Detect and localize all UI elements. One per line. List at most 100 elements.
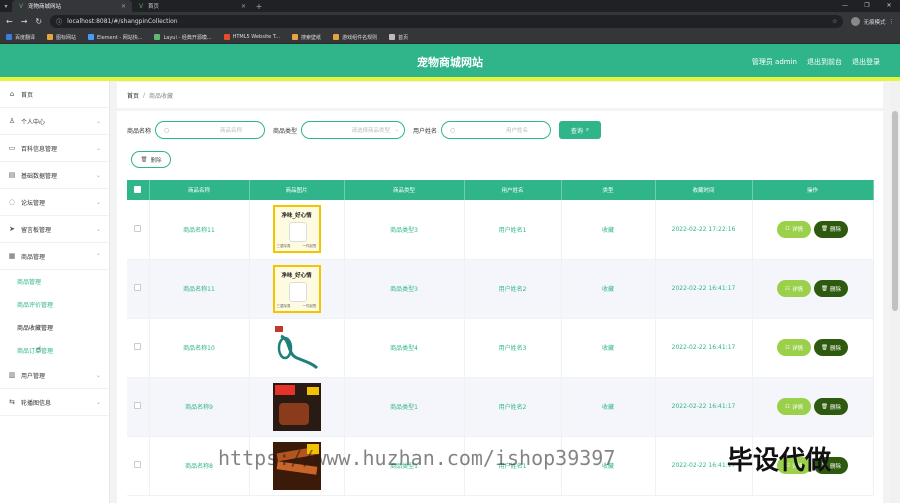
delete-button[interactable]: 🗑 删除 xyxy=(814,280,848,297)
cell-user: 用户姓名2 xyxy=(464,259,562,319)
chevron-down-icon: ⌄ xyxy=(95,398,101,406)
image-meat xyxy=(278,402,309,425)
bookmark[interactable]: Element - 网站快... xyxy=(88,34,142,41)
checkbox-cell xyxy=(127,377,150,437)
tab-close-icon[interactable]: ✕ xyxy=(241,3,246,10)
bookmark[interactable]: 图标网站 xyxy=(47,34,76,41)
image-footer-right: 一件起售 xyxy=(302,244,317,249)
row-checkbox[interactable] xyxy=(134,224,142,232)
delete-label: 删除 xyxy=(829,404,841,411)
breadcrumb-home[interactable]: 首页 xyxy=(127,91,139,100)
batch-delete-button[interactable]: 🗑 删除 xyxy=(131,151,171,168)
bookmark[interactable]: 游戏组件名规则 xyxy=(333,34,377,41)
query-button[interactable]: 查询 ⌕ xyxy=(559,121,602,139)
column-header: 操作 xyxy=(752,180,874,200)
type-label: 商品类型 xyxy=(273,127,298,135)
star-icon[interactable]: ☆ xyxy=(832,18,837,25)
sidebar-subitem-reviews[interactable]: 商品评价管理 xyxy=(0,293,109,316)
sidebar-item-messages[interactable]: ➤ 留言板管理 ⌄ xyxy=(0,216,109,243)
bookmark-label: Layui - 经典开源模... xyxy=(163,34,212,41)
sidebar-item-carousel[interactable]: ⇆ 轮播图信息 ⌄ xyxy=(0,389,109,416)
folder-icon xyxy=(47,34,54,40)
sidebar-item-label: 首页 xyxy=(21,91,34,99)
close-window-icon[interactable]: ✕ xyxy=(878,0,900,12)
cell-actions: ☷ 详情 🗑 删除 xyxy=(752,318,874,378)
bookmark[interactable]: Layui - 经典开源模... xyxy=(154,34,212,41)
detail-button[interactable]: ☷ 详情 xyxy=(777,398,811,415)
bookmark[interactable]: 搜索壁纸 xyxy=(292,34,321,41)
delete-button[interactable]: 🗑 删除 xyxy=(814,398,848,415)
logout-link[interactable]: 退出登录 xyxy=(852,57,880,67)
delete-button[interactable]: 🗑 删除 xyxy=(814,220,848,238)
minimize-icon[interactable]: — xyxy=(834,0,856,12)
back-icon[interactable]: ← xyxy=(6,17,13,26)
image-footer-left: 三重除臭 xyxy=(276,244,291,249)
sidebar-item-basedata[interactable]: ▤ 基础数据管理 ⌄ xyxy=(0,162,109,189)
product-image xyxy=(272,382,321,431)
query-label: 查询 xyxy=(570,127,583,135)
delete-button[interactable]: 🗑 删除 xyxy=(814,339,848,356)
bookmark-label: HTML5 Website T... xyxy=(232,34,281,40)
new-tab-button[interactable]: + xyxy=(252,0,266,12)
info-icon[interactable]: ⓘ xyxy=(56,17,62,26)
chevron-down-icon: ⌄ xyxy=(95,171,101,179)
detail-label: 详情 xyxy=(791,345,803,352)
detail-label: 详情 xyxy=(791,404,803,411)
sidebar-item-encyclopedia[interactable]: ▭ 百科信息管理 ⌄ xyxy=(0,135,109,162)
incognito-profile[interactable]: 无痕模式 ⋮ xyxy=(851,17,894,26)
bookmark[interactable]: 百度翻译 xyxy=(6,34,35,41)
detail-button[interactable]: ☷ 详情 xyxy=(777,339,811,356)
data-icon: ▤ xyxy=(8,171,16,179)
detail-button[interactable]: ☷ 详情 xyxy=(777,220,811,238)
back-frontend-link[interactable]: 退出到前台 xyxy=(807,57,842,67)
goods-icon: ▦ xyxy=(8,252,16,260)
row-checkbox[interactable] xyxy=(134,402,142,409)
trash-icon: 🗑 xyxy=(821,226,828,233)
sidebar-item-users[interactable]: ▥ 用户管理 ⌄ xyxy=(0,362,109,389)
cell-time: 2022-02-22 16:41:17 xyxy=(655,318,753,378)
html5-icon xyxy=(223,34,230,40)
sidebar-subitem-collection[interactable]: 商品收藏管理 xyxy=(0,316,109,339)
detail-button[interactable]: ☷ 详情 xyxy=(777,280,811,297)
table-row: 商品名称10 商品类型4 用户姓名3 收藏 2022-02-22 16:41:1… xyxy=(127,318,874,378)
sidebar-item-profile[interactable]: ♙ 个人中心 ⌄ xyxy=(0,108,109,135)
delete-label: 删除 xyxy=(829,286,841,293)
browser-tab-active[interactable]: V 宠物商城网站 ✕ xyxy=(12,0,132,12)
forward-icon[interactable]: → xyxy=(21,17,28,26)
checkbox-cell xyxy=(127,436,150,496)
cell-name: 商品名称11 xyxy=(149,259,250,319)
detail-icon: ☷ xyxy=(785,285,790,292)
app-header: 宠物商城网站 管理员 admin 退出到前台 退出登录 xyxy=(0,44,900,81)
column-header: 商品类型 xyxy=(344,180,465,200)
carousel-icon: ⇆ xyxy=(9,398,15,406)
sidebar-subitem-goods[interactable]: 商品管理 xyxy=(0,270,109,293)
sidebar-item-home[interactable]: ⌂ 首页 xyxy=(0,81,109,108)
bookmark-label: 图标网站 xyxy=(56,34,77,41)
select-all-checkbox[interactable] xyxy=(134,185,142,193)
row-checkbox[interactable] xyxy=(134,461,142,468)
bookmark[interactable]: 首页 xyxy=(389,34,408,41)
reload-icon[interactable]: ↻ xyxy=(35,17,42,26)
sidebar-subitem-orders[interactable]: 商品订单管理 xyxy=(0,339,109,362)
menu-icon[interactable]: ⋮ xyxy=(889,19,895,25)
bookmark[interactable]: HTML5 Website T... xyxy=(223,34,281,40)
sidebar-item-goods[interactable]: ▦ 商品管理 ⌃ xyxy=(0,243,109,270)
page-scrollbar[interactable] xyxy=(890,81,900,503)
tab-search-icon[interactable]: ▾ xyxy=(0,0,12,12)
browser-tab[interactable]: V 首页 ✕ xyxy=(132,0,252,12)
sidebar-item-forum[interactable]: ◌ 论坛管理 ⌄ xyxy=(0,189,109,216)
row-checkbox[interactable] xyxy=(134,284,142,291)
cell-image xyxy=(249,318,345,378)
row-checkbox[interactable] xyxy=(134,343,142,350)
url-bar[interactable]: ⓘ localhost:8081/#/shangpinCollection ☆ xyxy=(50,15,844,28)
chevron-down-icon: ⌄ xyxy=(95,198,101,206)
name-search-input[interactable]: ○ 商品名称 xyxy=(155,121,266,139)
type-select[interactable]: 请选择商品类型 ⌄ xyxy=(301,121,406,139)
vue-favicon-icon: V xyxy=(18,2,24,10)
scrollbar-thumb[interactable] xyxy=(892,111,898,311)
tab-close-icon[interactable]: ✕ xyxy=(121,3,126,10)
user-search-input[interactable]: ○ 用户姓名 xyxy=(441,121,552,139)
cell-name: 商品名称9 xyxy=(149,377,250,437)
image-band xyxy=(306,386,319,395)
maximize-icon[interactable]: ❐ xyxy=(856,0,878,12)
